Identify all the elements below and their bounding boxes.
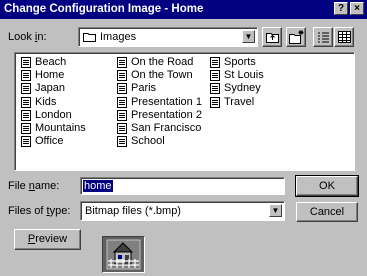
file-item[interactable]: London [21,109,72,122]
bitmap-file-icon [210,70,220,82]
file-type-value: Bitmap files (*.bmp) [85,205,181,217]
file-list[interactable]: Beach Home Japan Kids London Mountains Office O… [14,52,355,171]
file-item[interactable]: St Louis [210,69,264,82]
bitmap-file-icon [117,109,127,121]
look-in-chevron-down-icon[interactable]: ▼ [242,30,255,43]
file-item-label: Kids [35,95,57,108]
file-type-dropdown[interactable]: Bitmap files (*.bmp) ▼ [80,201,285,221]
file-item[interactable]: Sydney [210,82,261,95]
file-name-label: File name: [8,180,60,192]
file-item[interactable]: Paris [117,82,156,95]
bitmap-file-icon [117,136,127,148]
file-item-label: School [131,135,165,148]
bitmap-file-icon [21,83,31,95]
file-item[interactable]: Kids [21,96,56,109]
file-item[interactable]: Office [21,135,64,148]
bitmap-file-icon [117,57,127,68]
preview-image [102,236,145,273]
bitmap-file-icon [210,57,220,68]
bitmap-file-icon [21,57,31,68]
bitmap-file-icon [21,136,31,148]
cancel-button[interactable]: Cancel [296,202,358,222]
preview-button[interactable]: Preview [14,229,81,250]
ok-button-label: OK [319,180,335,192]
dialog-title: Change Configuration Image - Home [4,3,204,15]
bitmap-file-icon [21,70,31,82]
file-item-label: Paris [131,82,157,95]
file-item[interactable]: On the Road [117,56,193,69]
help-button[interactable]: ? [334,2,348,15]
file-item-label: On the Road [131,56,194,68]
new-folder-button[interactable] [286,27,306,47]
preview-button-label: Preview [27,233,68,245]
ok-button[interactable]: OK [295,175,359,197]
bitmap-file-icon [117,96,127,108]
list-view-button[interactable] [313,27,333,47]
bitmap-file-icon [21,123,31,134]
file-item[interactable]: San Francisco [117,122,201,135]
file-item-label: Presentation 1 [131,95,202,108]
bitmap-file-icon [210,96,220,108]
details-view-icon [338,31,351,43]
cancel-button-label: Cancel [309,206,345,218]
file-item[interactable]: Japan [21,82,65,95]
close-button[interactable]: × [350,2,364,15]
file-item-label: Home [35,69,65,82]
look-in-value: Images [100,31,137,43]
bitmap-file-icon [117,70,127,82]
bitmap-file-icon [117,123,127,134]
up-folder-button[interactable] [262,27,282,47]
file-type-label: Files of type: [8,205,71,217]
house-image-icon [103,237,144,272]
file-item[interactable]: Mountains [21,122,86,135]
file-item[interactable]: On the Town [117,69,193,82]
up-folder-icon [266,33,279,43]
file-item[interactable]: Beach [21,56,66,69]
file-name-input[interactable]: home [80,177,285,195]
bitmap-file-icon [21,96,31,108]
file-item-label: On the Town [131,69,193,82]
file-item[interactable]: Presentation 1 [117,96,202,109]
file-item-label: Sydney [224,82,261,95]
file-item-label: London [35,108,72,121]
bitmap-file-icon [210,83,220,95]
title-bar[interactable]: Change Configuration Image - Home ? × [0,0,367,19]
file-name-value: home [83,180,113,192]
file-type-chevron-down-icon[interactable]: ▼ [269,204,282,217]
file-item[interactable]: Sports [210,56,256,69]
details-view-button[interactable] [334,27,354,47]
file-item[interactable]: School [117,135,165,148]
look-in-dropdown[interactable]: Images ▼ [78,27,258,47]
file-item-label: Mountains [35,122,86,134]
file-item-label: San Francisco [131,122,202,134]
folder-icon [83,32,96,42]
bitmap-file-icon [21,109,31,121]
new-folder-icon [289,30,304,44]
file-item[interactable]: Presentation 2 [117,109,202,122]
file-item-label: Presentation 2 [131,108,202,121]
list-view-icon [318,32,329,43]
file-item-label: Office [35,135,64,148]
file-item-label: Sports [224,56,256,68]
file-item-label: Japan [35,82,65,95]
file-item[interactable]: Home [21,69,64,82]
file-item-label: Travel [224,95,255,108]
file-item-label: Beach [35,56,67,68]
bitmap-file-icon [117,83,127,95]
file-item[interactable]: Travel [210,96,254,109]
look-in-label: Look in: [8,31,47,43]
file-item-label: St Louis [224,69,264,82]
